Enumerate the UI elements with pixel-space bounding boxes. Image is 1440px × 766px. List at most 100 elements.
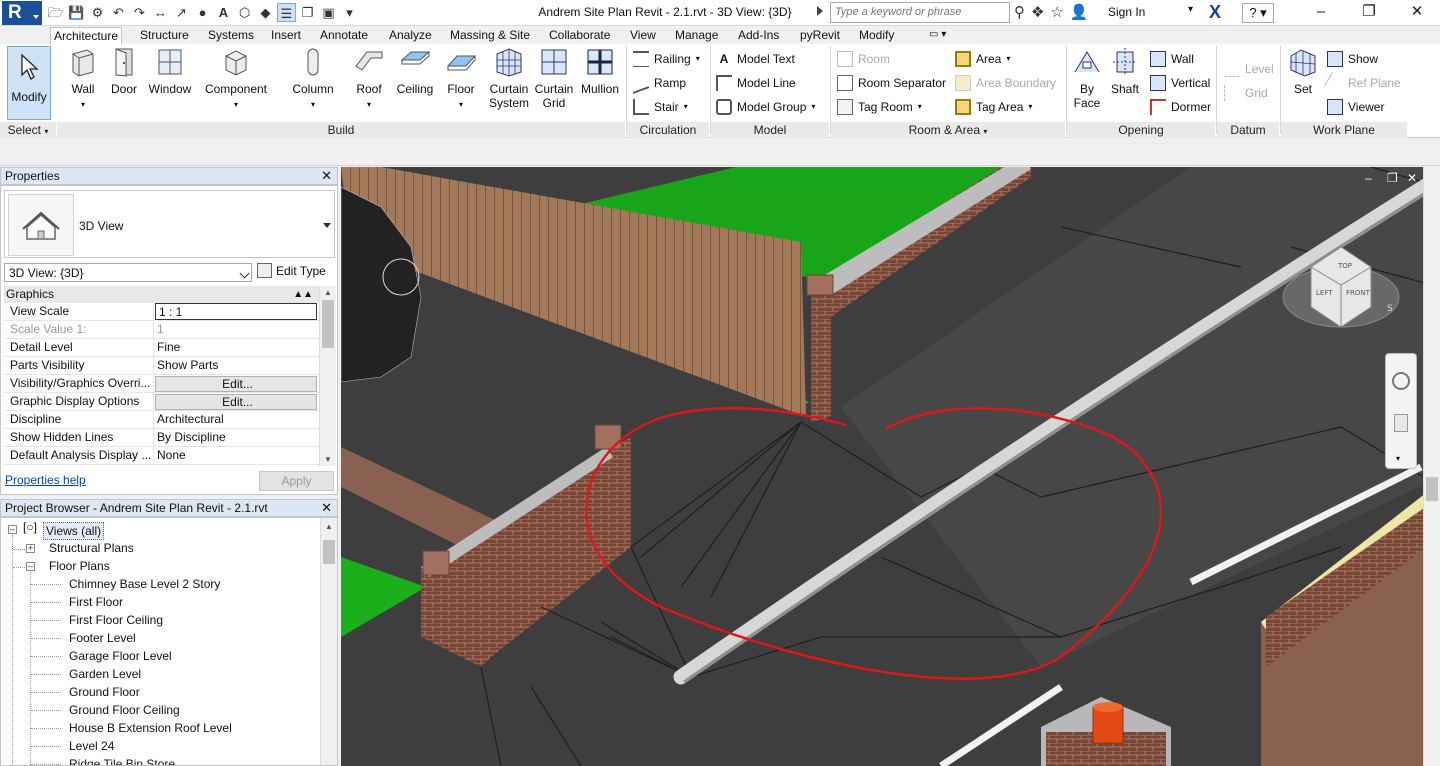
tree-floor-plan-item[interactable]: House B Extension Roof Level [69,720,232,736]
chevron-down-icon[interactable]: ▾ [1188,4,1193,15]
tree-floor-plan-item[interactable]: Ground Floor Ceiling [69,702,180,718]
text-icon[interactable]: A [214,3,233,22]
ramp-button[interactable]: Ramp [633,72,686,94]
tab-systems[interactable]: Systems [205,27,257,44]
table-row[interactable]: Discipline Architectural [4,411,319,429]
table-row[interactable]: Show Hidden Lines By Discipline [4,429,319,447]
show-work-plane-button[interactable]: Show [1327,49,1378,69]
tree-floor-plan-item[interactable]: Ridge Tile Bin Store [69,756,175,765]
group-graphics[interactable]: Graphics ▲▲ [4,286,319,303]
area-boundary-button[interactable]: Area Boundary [955,73,1056,93]
user-icon[interactable]: 👤 [1070,3,1089,21]
browser-scrollbar[interactable]: ▲ [320,518,337,765]
properties-help-link[interactable]: Properties help [5,473,86,487]
tab-massing-site[interactable]: Massing & Site [447,27,533,44]
modify-button[interactable]: Modify [7,46,51,120]
table-row[interactable]: Detail Level Fine [4,339,319,357]
door-button[interactable]: Door [107,46,141,96]
tree-views-all[interactable]: Views (all) [43,522,105,540]
close-icon[interactable]: ✕ [1394,0,1440,26]
tab-structure[interactable]: Structure [137,27,192,44]
table-row[interactable]: Visibility/Graphics Overri... Edit... [4,375,319,393]
tab-annotate[interactable]: Annotate [317,27,371,44]
subscription-icon[interactable]: ❖ [1031,3,1044,21]
tag-room-button[interactable]: Tag Room ▾ [837,97,922,117]
section-icon[interactable]: ◆ [256,3,275,22]
edit-type-button[interactable]: Edit Type [257,263,326,278]
customize-toolbar-icon[interactable]: ▾ [340,3,359,22]
close-hidden-windows-icon[interactable]: ❐ [298,3,317,22]
viewcube-top[interactable]: TOP [1337,262,1352,270]
scroll-up-icon[interactable]: ▲ [325,522,333,531]
tab-add-ins[interactable]: Add-Ins [735,27,782,44]
floor-button[interactable]: Floor ▾ [441,46,481,112]
tab-analyze[interactable]: Analyze [386,27,435,44]
tab-manage[interactable]: Manage [672,27,721,44]
tree-floor-plan-item[interactable]: Chimney Base Level 2 Story [69,576,220,592]
viewport-scrollbar[interactable] [1423,167,1440,766]
tab-view[interactable]: View [627,27,659,44]
zoom-icon[interactable] [1394,414,1408,432]
navbar-options-icon[interactable]: ▾ [1396,454,1400,463]
tab-pyrevit[interactable]: pyRevit [797,27,843,44]
collapse-toggle[interactable]: – [26,562,35,571]
viewcube-front[interactable]: FRONT [1346,289,1371,297]
tree-structural-plans[interactable]: Structural Plans [49,540,134,556]
vertical-opening-button[interactable]: Vertical [1150,73,1210,93]
by-face-button[interactable]: By Face [1070,46,1104,110]
minimize-view-icon[interactable]: – [1365,171,1372,185]
dormer-button[interactable]: Dormer [1150,97,1211,117]
table-row[interactable]: Graphic Display Options Edit... [4,393,319,411]
table-row[interactable]: Parts Visibility Show Parts [4,357,319,375]
restore-icon[interactable]: ❐ [1346,0,1392,26]
expand-toggle[interactable]: + [26,544,35,553]
mullion-button[interactable]: Mullion [577,46,623,96]
set-work-plane-button[interactable]: Set [1286,46,1320,96]
tree-floor-plan-item[interactable]: First Floor Ceiling [69,612,163,628]
edit-vg-button[interactable]: Edit... [155,376,317,392]
model-text-button[interactable]: A Model Text [716,49,795,69]
3d-viewport[interactable]: TOP LEFT FRONT S – ❐ ✕ ▾ [341,167,1440,766]
shaft-button[interactable]: Shaft [1107,46,1143,96]
close-view-icon[interactable]: ✕ [1407,171,1417,185]
restore-view-icon[interactable]: ❐ [1387,171,1398,185]
room-separator-button[interactable]: Room Separator [837,73,946,93]
search-input[interactable]: Type a keyword or phrase [830,2,1010,23]
collapse-toggle[interactable]: – [8,525,17,534]
tab-architecture[interactable]: Architecture [50,27,123,44]
aligned-dimension-icon[interactable]: ↗ [172,3,191,22]
tab-modify[interactable]: Modify [856,27,897,44]
window-button[interactable]: Window [146,46,194,96]
minimize-icon[interactable]: – [1298,0,1344,26]
apply-button[interactable]: Apply [259,471,334,491]
favorites-icon[interactable]: ☆ [1050,3,1063,21]
property-value[interactable]: Show Parts [154,357,319,374]
model-group-button[interactable]: Model Group ▾ [716,97,815,117]
help-button[interactable]: ? ▾ [1242,3,1274,23]
ceiling-button[interactable]: Ceiling [392,46,438,96]
model-line-button[interactable]: Model Line [716,73,796,93]
type-selector[interactable]: 3D View [4,190,335,258]
level-button[interactable]: Level [1224,59,1274,79]
stair-button[interactable]: Stair ▾ [633,97,688,117]
default-3d-view-icon[interactable]: ⬡ [235,3,254,22]
property-value[interactable]: None [154,447,319,464]
measure-icon[interactable]: ↔ [151,3,170,22]
thin-lines-icon[interactable]: ☰ [277,3,296,22]
area-button[interactable]: Area ▾ [955,49,1010,69]
property-value[interactable]: Fine [154,339,319,356]
roof-button[interactable]: Roof ▾ [352,46,386,112]
expand-search-icon[interactable] [817,6,823,16]
tree-floor-plan-item[interactable]: Ground Floor [69,684,140,700]
properties-scrollbar[interactable]: ▲ ▼ [319,286,336,466]
scroll-thumb[interactable] [322,300,334,348]
curtain-system-button[interactable]: Curtain System [486,46,532,110]
tree-floor-plan-item[interactable]: Footer Level [69,630,136,646]
tab-insert[interactable]: Insert [268,27,304,44]
table-row[interactable]: View Scale 1 : 1 [4,303,319,321]
close-icon[interactable]: ✕ [321,500,332,516]
room-button[interactable]: Room [837,49,890,69]
curtain-grid-button[interactable]: Curtain Grid [533,46,575,110]
panel-select[interactable]: Select ▾ [0,122,56,138]
exchange-apps-icon[interactable]: X [1209,2,1221,23]
